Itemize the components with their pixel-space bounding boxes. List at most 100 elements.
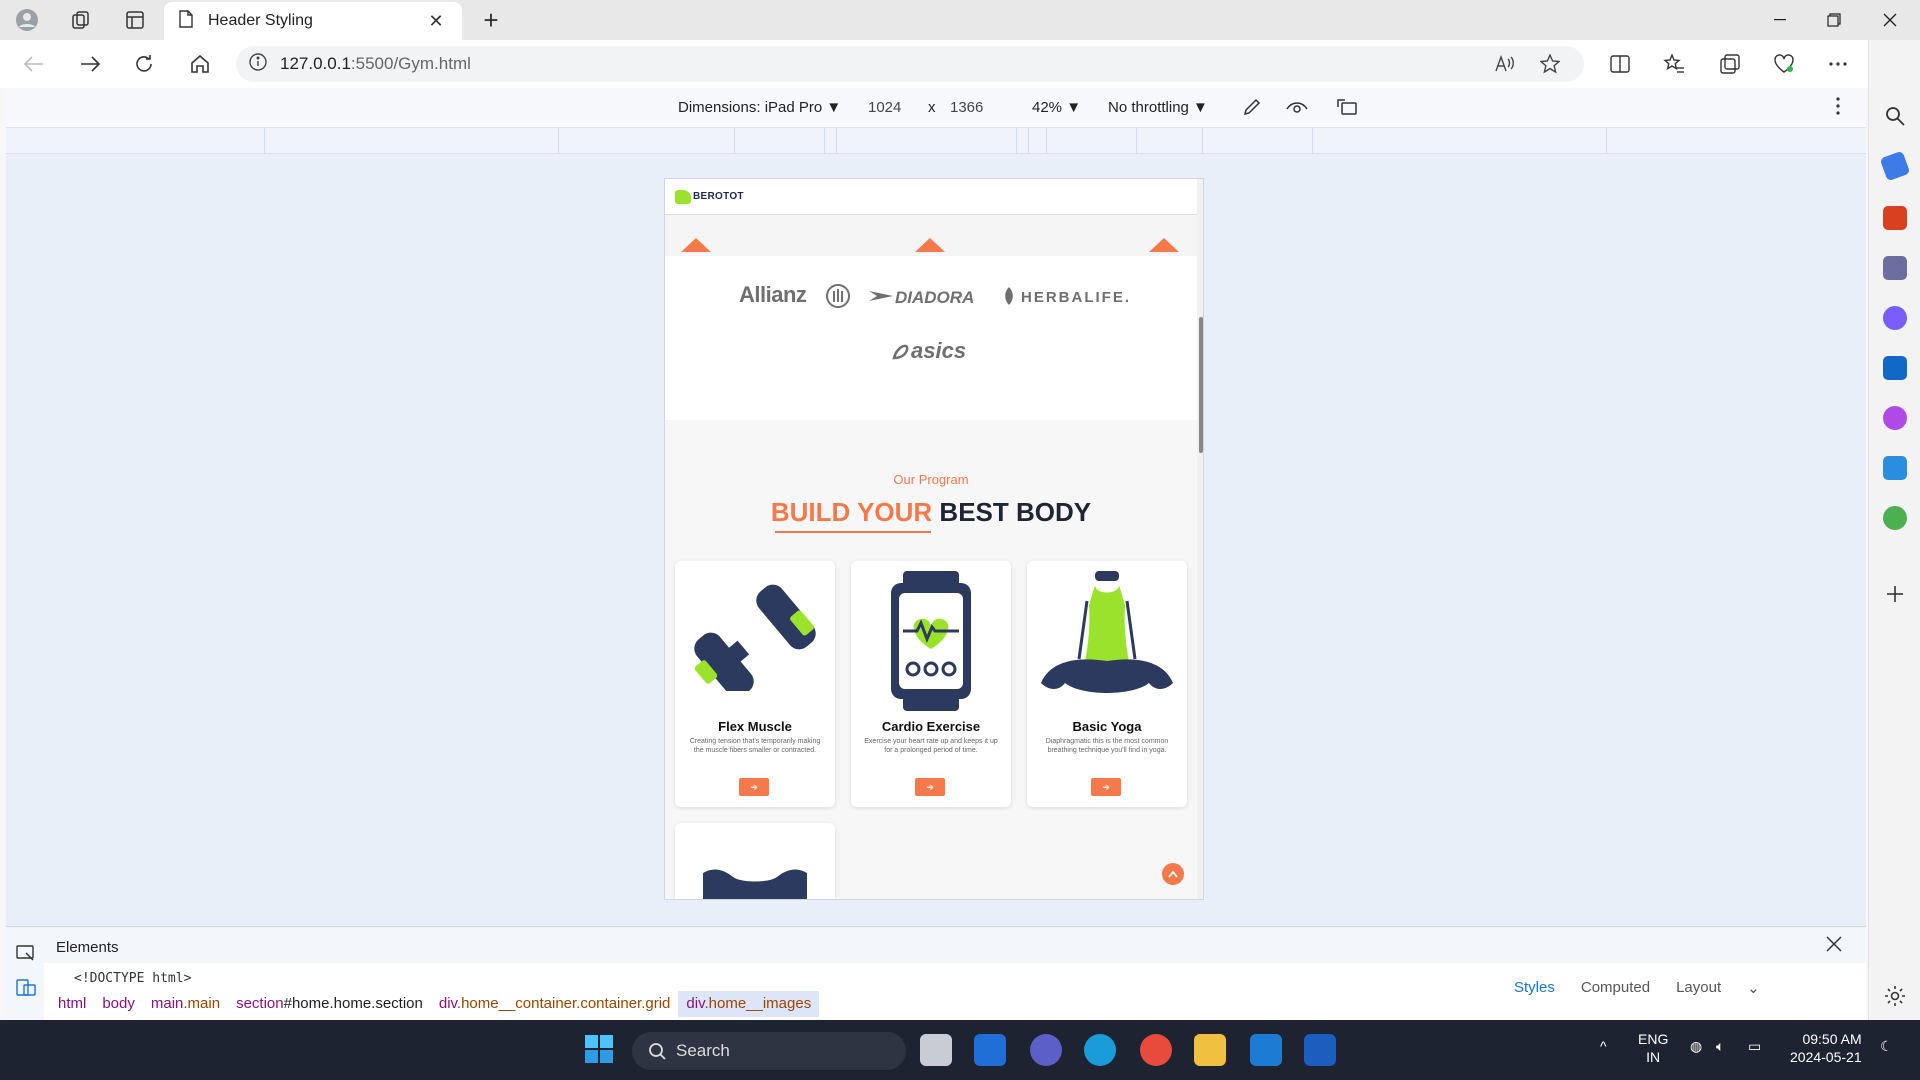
breadcrumb-item-selected[interactable]: div.home__images bbox=[678, 991, 820, 1017]
inspect-icon[interactable] bbox=[16, 945, 36, 968]
dom-doctype[interactable]: <!DOCTYPE html> bbox=[74, 971, 191, 986]
file-explorer-icon[interactable] bbox=[1194, 1034, 1226, 1066]
favorite-star-icon[interactable] bbox=[1538, 52, 1562, 76]
outlook-icon[interactable] bbox=[1883, 356, 1907, 380]
forward-icon[interactable] bbox=[72, 48, 108, 80]
vscode-icon[interactable] bbox=[1250, 1034, 1282, 1066]
tree-icon[interactable] bbox=[1883, 506, 1907, 530]
throttling-select[interactable]: No throttling ▼ bbox=[1108, 99, 1208, 116]
volume-icon[interactable]: 🔈︎ bbox=[1716, 1038, 1724, 1055]
add-icon[interactable] bbox=[1883, 582, 1907, 606]
m365-icon[interactable] bbox=[1883, 306, 1907, 330]
profile-icon[interactable] bbox=[0, 0, 54, 40]
collections-toolbar-icon[interactable] bbox=[1712, 48, 1748, 80]
close-tab-icon[interactable]: ✕ bbox=[424, 11, 448, 32]
notifications-icon[interactable]: ☾ bbox=[1880, 1038, 1893, 1055]
browser-essentials-icon[interactable] bbox=[1766, 48, 1802, 80]
media-query-ruler[interactable] bbox=[6, 128, 1866, 154]
clock[interactable]: 09:50 AM 2024-05-21 bbox=[1790, 1030, 1862, 1066]
site-info-icon[interactable] bbox=[236, 52, 280, 76]
program-card-cardio[interactable]: Cardio Exercise Exercise your heart rate… bbox=[851, 561, 1011, 807]
height-input[interactable]: 1366 bbox=[950, 99, 983, 116]
width-input[interactable]: 1024 bbox=[868, 99, 901, 116]
logo-icon bbox=[675, 189, 691, 204]
home-icon[interactable] bbox=[182, 48, 218, 80]
scroll-top-button[interactable] bbox=[1162, 863, 1184, 885]
breadcrumb-item[interactable]: html bbox=[50, 991, 94, 1017]
split-screen-icon[interactable] bbox=[1602, 48, 1638, 80]
tools-icon[interactable] bbox=[1883, 206, 1907, 230]
device-toggle-icon[interactable] bbox=[16, 979, 36, 1002]
back-icon[interactable] bbox=[16, 48, 52, 80]
browser-toolbar: 127.0.0.1:5500/Gym.html bbox=[0, 40, 1920, 88]
shopping-tag-icon[interactable] bbox=[1879, 150, 1911, 182]
chevron-down-icon[interactable]: ⌄ bbox=[1747, 979, 1760, 997]
scrollbar-thumb[interactable] bbox=[1199, 317, 1203, 453]
card-arrow-button[interactable]: ➔ bbox=[739, 778, 769, 796]
edge-sidebar bbox=[1868, 40, 1920, 1020]
elements-tab[interactable]: Elements bbox=[56, 939, 119, 956]
card-title: Cardio Exercise bbox=[881, 719, 981, 734]
url-text[interactable]: 127.0.0.1:5500/Gym.html bbox=[280, 54, 471, 74]
collections-icon[interactable] bbox=[54, 0, 108, 40]
breadcrumb-item[interactable]: body bbox=[94, 991, 143, 1017]
designer-icon[interactable] bbox=[1883, 406, 1907, 430]
card-description: Exercise your heart rate up and keeps it… bbox=[864, 738, 998, 754]
program-card-yoga[interactable]: Basic Yoga Diaphragmatic this is the mos… bbox=[1027, 561, 1187, 807]
send-icon[interactable] bbox=[1883, 456, 1907, 480]
new-tab-button[interactable]: + bbox=[476, 6, 506, 36]
breadcrumb-item[interactable]: div.home__container.container.grid bbox=[431, 991, 679, 1017]
device-pen-icon[interactable] bbox=[1242, 97, 1262, 121]
read-aloud-icon[interactable] bbox=[1492, 52, 1516, 76]
rotate-device-icon[interactable] bbox=[1336, 97, 1358, 121]
favorites-icon[interactable] bbox=[1656, 48, 1692, 80]
search-icon[interactable] bbox=[1883, 104, 1907, 128]
card-title: Flex Muscle bbox=[718, 719, 792, 734]
tray-chevron-icon[interactable]: ^ bbox=[1600, 1038, 1607, 1054]
vision-deficiency-icon[interactable] bbox=[1286, 97, 1308, 121]
breadcrumb-item[interactable]: section#home.home.section bbox=[228, 991, 431, 1017]
zoom-select[interactable]: 42% ▼ bbox=[1032, 99, 1081, 116]
card-arrow-button[interactable]: ➔ bbox=[1091, 778, 1121, 796]
program-card-partial[interactable] bbox=[675, 823, 835, 899]
close-window-icon[interactable] bbox=[1862, 0, 1918, 40]
site-logo[interactable]: BEROTOT bbox=[693, 191, 744, 202]
tab-computed[interactable]: Computed bbox=[1581, 979, 1650, 997]
games-icon[interactable] bbox=[1883, 256, 1907, 280]
battery-icon[interactable]: ▭ bbox=[1748, 1038, 1761, 1055]
device-more-icon[interactable] bbox=[1836, 97, 1840, 119]
settings-gear-icon[interactable] bbox=[1883, 984, 1907, 1008]
lang-region: IN bbox=[1646, 1049, 1661, 1065]
task-view-icon[interactable] bbox=[920, 1034, 952, 1066]
start-icon[interactable] bbox=[584, 1034, 616, 1066]
dimensions-select[interactable]: Dimensions: iPad Pro ▼ bbox=[678, 99, 841, 116]
devtools-panel: Elements <!DOCTYPE html> html body main.… bbox=[6, 926, 1866, 1021]
tab-styles[interactable]: Styles bbox=[1514, 979, 1555, 997]
close-devtools-icon[interactable] bbox=[1826, 935, 1842, 958]
tab-header-styling[interactable]: Header Styling ✕ bbox=[164, 2, 462, 40]
teams-icon[interactable] bbox=[1030, 1034, 1062, 1066]
program-title-rest: BEST BODY bbox=[932, 497, 1092, 527]
minimize-icon[interactable] bbox=[1752, 0, 1808, 40]
address-bar[interactable]: 127.0.0.1:5500/Gym.html bbox=[236, 46, 1584, 82]
windows-taskbar: Search ^ ENG IN ◍ 🔈︎ ▭ 09:50 AM 2024-05-21… bbox=[0, 1020, 1920, 1080]
chrome-icon[interactable] bbox=[1140, 1034, 1172, 1066]
page-scrollbar[interactable] bbox=[1197, 179, 1203, 899]
restore-icon[interactable] bbox=[1806, 0, 1862, 40]
card-arrow-button[interactable]: ➔ bbox=[915, 778, 945, 796]
edge-icon[interactable] bbox=[1084, 1034, 1116, 1066]
taskbar-search[interactable]: Search bbox=[632, 1032, 906, 1070]
refresh-icon[interactable] bbox=[126, 48, 162, 80]
program-card-flex-muscle[interactable]: Flex Muscle Creating tension that's temp… bbox=[675, 561, 835, 807]
tab-actions-icon[interactable] bbox=[108, 0, 162, 40]
breadcrumb-item[interactable]: main.main bbox=[143, 991, 228, 1017]
word-icon[interactable] bbox=[1304, 1034, 1336, 1066]
crumb-attr: .home__container.container.grid bbox=[456, 995, 671, 1012]
widgets-icon[interactable] bbox=[974, 1034, 1006, 1066]
language-indicator[interactable]: ENG IN bbox=[1638, 1030, 1668, 1066]
network-icon[interactable]: ◍ bbox=[1690, 1038, 1702, 1055]
more-options-icon[interactable] bbox=[1820, 48, 1856, 80]
tab-title: Header Styling bbox=[208, 12, 313, 29]
tab-layout[interactable]: Layout bbox=[1676, 979, 1721, 997]
clock-time: 09:50 AM bbox=[1802, 1031, 1862, 1047]
